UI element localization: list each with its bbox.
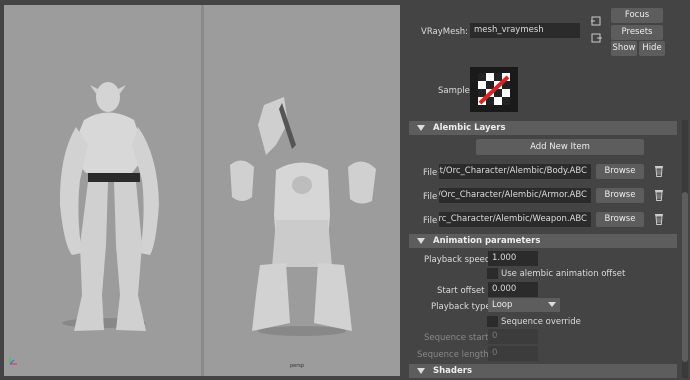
- orc-armor-model: [230, 97, 376, 336]
- file-path-text: ect/Orc_Character/Alembic/Armor.ABC: [439, 190, 587, 200]
- sequence-start-field[interactable]: 0: [488, 329, 538, 344]
- collapse-arrow-icon: [417, 238, 425, 244]
- presets-button[interactable]: Presets: [611, 25, 663, 40]
- playback-speed-field[interactable]: 1.000: [488, 251, 538, 266]
- start-offset-label: Start offset: [437, 286, 485, 296]
- vraymesh-label: VRayMesh:: [421, 27, 469, 37]
- panel-scrollbar[interactable]: [682, 120, 688, 378]
- collapse-arrow-icon: [417, 125, 425, 131]
- trash-icon[interactable]: [654, 165, 664, 177]
- file-path-text: ject/Orc_Character/Alembic/Body.ABC: [439, 166, 587, 176]
- browse-button[interactable]: Browse: [596, 164, 644, 179]
- collapse-arrow-icon: [417, 368, 425, 374]
- playback-speed-label: Playback speed: [424, 255, 491, 265]
- sequence-start-label: Sequence start: [424, 333, 489, 343]
- file-path-field[interactable]: ject/Orc_Character/Alembic/Body.ABC: [439, 164, 591, 179]
- sequence-length-field[interactable]: 0: [488, 346, 538, 361]
- file-label: File: [423, 192, 438, 202]
- use-alembic-offset-label: Use alembic animation offset: [501, 269, 626, 279]
- select-input-icon[interactable]: [591, 16, 602, 26]
- select-output-icon[interactable]: [591, 33, 602, 43]
- playback-type-value: Loop: [492, 300, 513, 310]
- file-path-text: t/Orc_Character/Alembic/Weapon.ABC: [439, 214, 587, 224]
- alembic-layers-header[interactable]: Alembic Layers: [409, 121, 677, 135]
- file-path-field[interactable]: t/Orc_Character/Alembic/Weapon.ABC: [439, 212, 591, 227]
- chevron-down-icon: [548, 302, 556, 307]
- shaders-header[interactable]: Shaders: [409, 364, 677, 378]
- use-alembic-offset-checkbox[interactable]: [487, 268, 498, 279]
- playback-type-label: Playback type: [431, 302, 491, 312]
- browse-button[interactable]: Browse: [596, 188, 644, 203]
- sample-label: Sample: [438, 86, 470, 96]
- axis-gizmo-icon: [9, 357, 17, 365]
- browse-button[interactable]: Browse: [596, 212, 644, 227]
- file-path-field[interactable]: ect/Orc_Character/Alembic/Armor.ABC: [439, 188, 591, 203]
- viewport-pane-right[interactable]: persp: [204, 5, 400, 376]
- sequence-length-label: Sequence length: [417, 350, 489, 360]
- viewport-pane-left[interactable]: [4, 5, 201, 376]
- shaders-title: Shaders: [433, 366, 473, 376]
- file-label: File: [423, 216, 438, 226]
- animation-parameters-header[interactable]: Animation parameters: [409, 234, 677, 248]
- sample-swatch[interactable]: [470, 67, 518, 112]
- viewport[interactable]: persp: [0, 0, 404, 380]
- alembic-layers-title: Alembic Layers: [433, 123, 506, 133]
- scrollbar-thumb[interactable]: [682, 192, 688, 362]
- sequence-override-checkbox[interactable]: [487, 316, 498, 327]
- vraymesh-name-field[interactable]: mesh_vraymesh: [470, 23, 580, 38]
- checker-swatch-icon: [478, 73, 510, 105]
- trash-icon[interactable]: [654, 189, 664, 201]
- start-offset-field[interactable]: 0.000: [488, 282, 538, 297]
- attribute-panel: VRayMesh: mesh_vraymesh Focus Presets Sh…: [404, 0, 690, 380]
- camera-label: persp: [290, 363, 305, 369]
- orc-body-model: [59, 82, 159, 331]
- show-button[interactable]: Show: [611, 41, 637, 56]
- file-label: File: [423, 168, 438, 178]
- hide-button[interactable]: Hide: [639, 41, 665, 56]
- playback-type-dropdown[interactable]: Loop: [488, 298, 560, 312]
- sequence-override-label: Sequence override: [501, 317, 581, 327]
- animation-parameters-title: Animation parameters: [433, 236, 541, 246]
- add-new-item-button[interactable]: Add New Item: [476, 139, 644, 155]
- trash-icon[interactable]: [654, 213, 664, 225]
- focus-button[interactable]: Focus: [611, 8, 663, 23]
